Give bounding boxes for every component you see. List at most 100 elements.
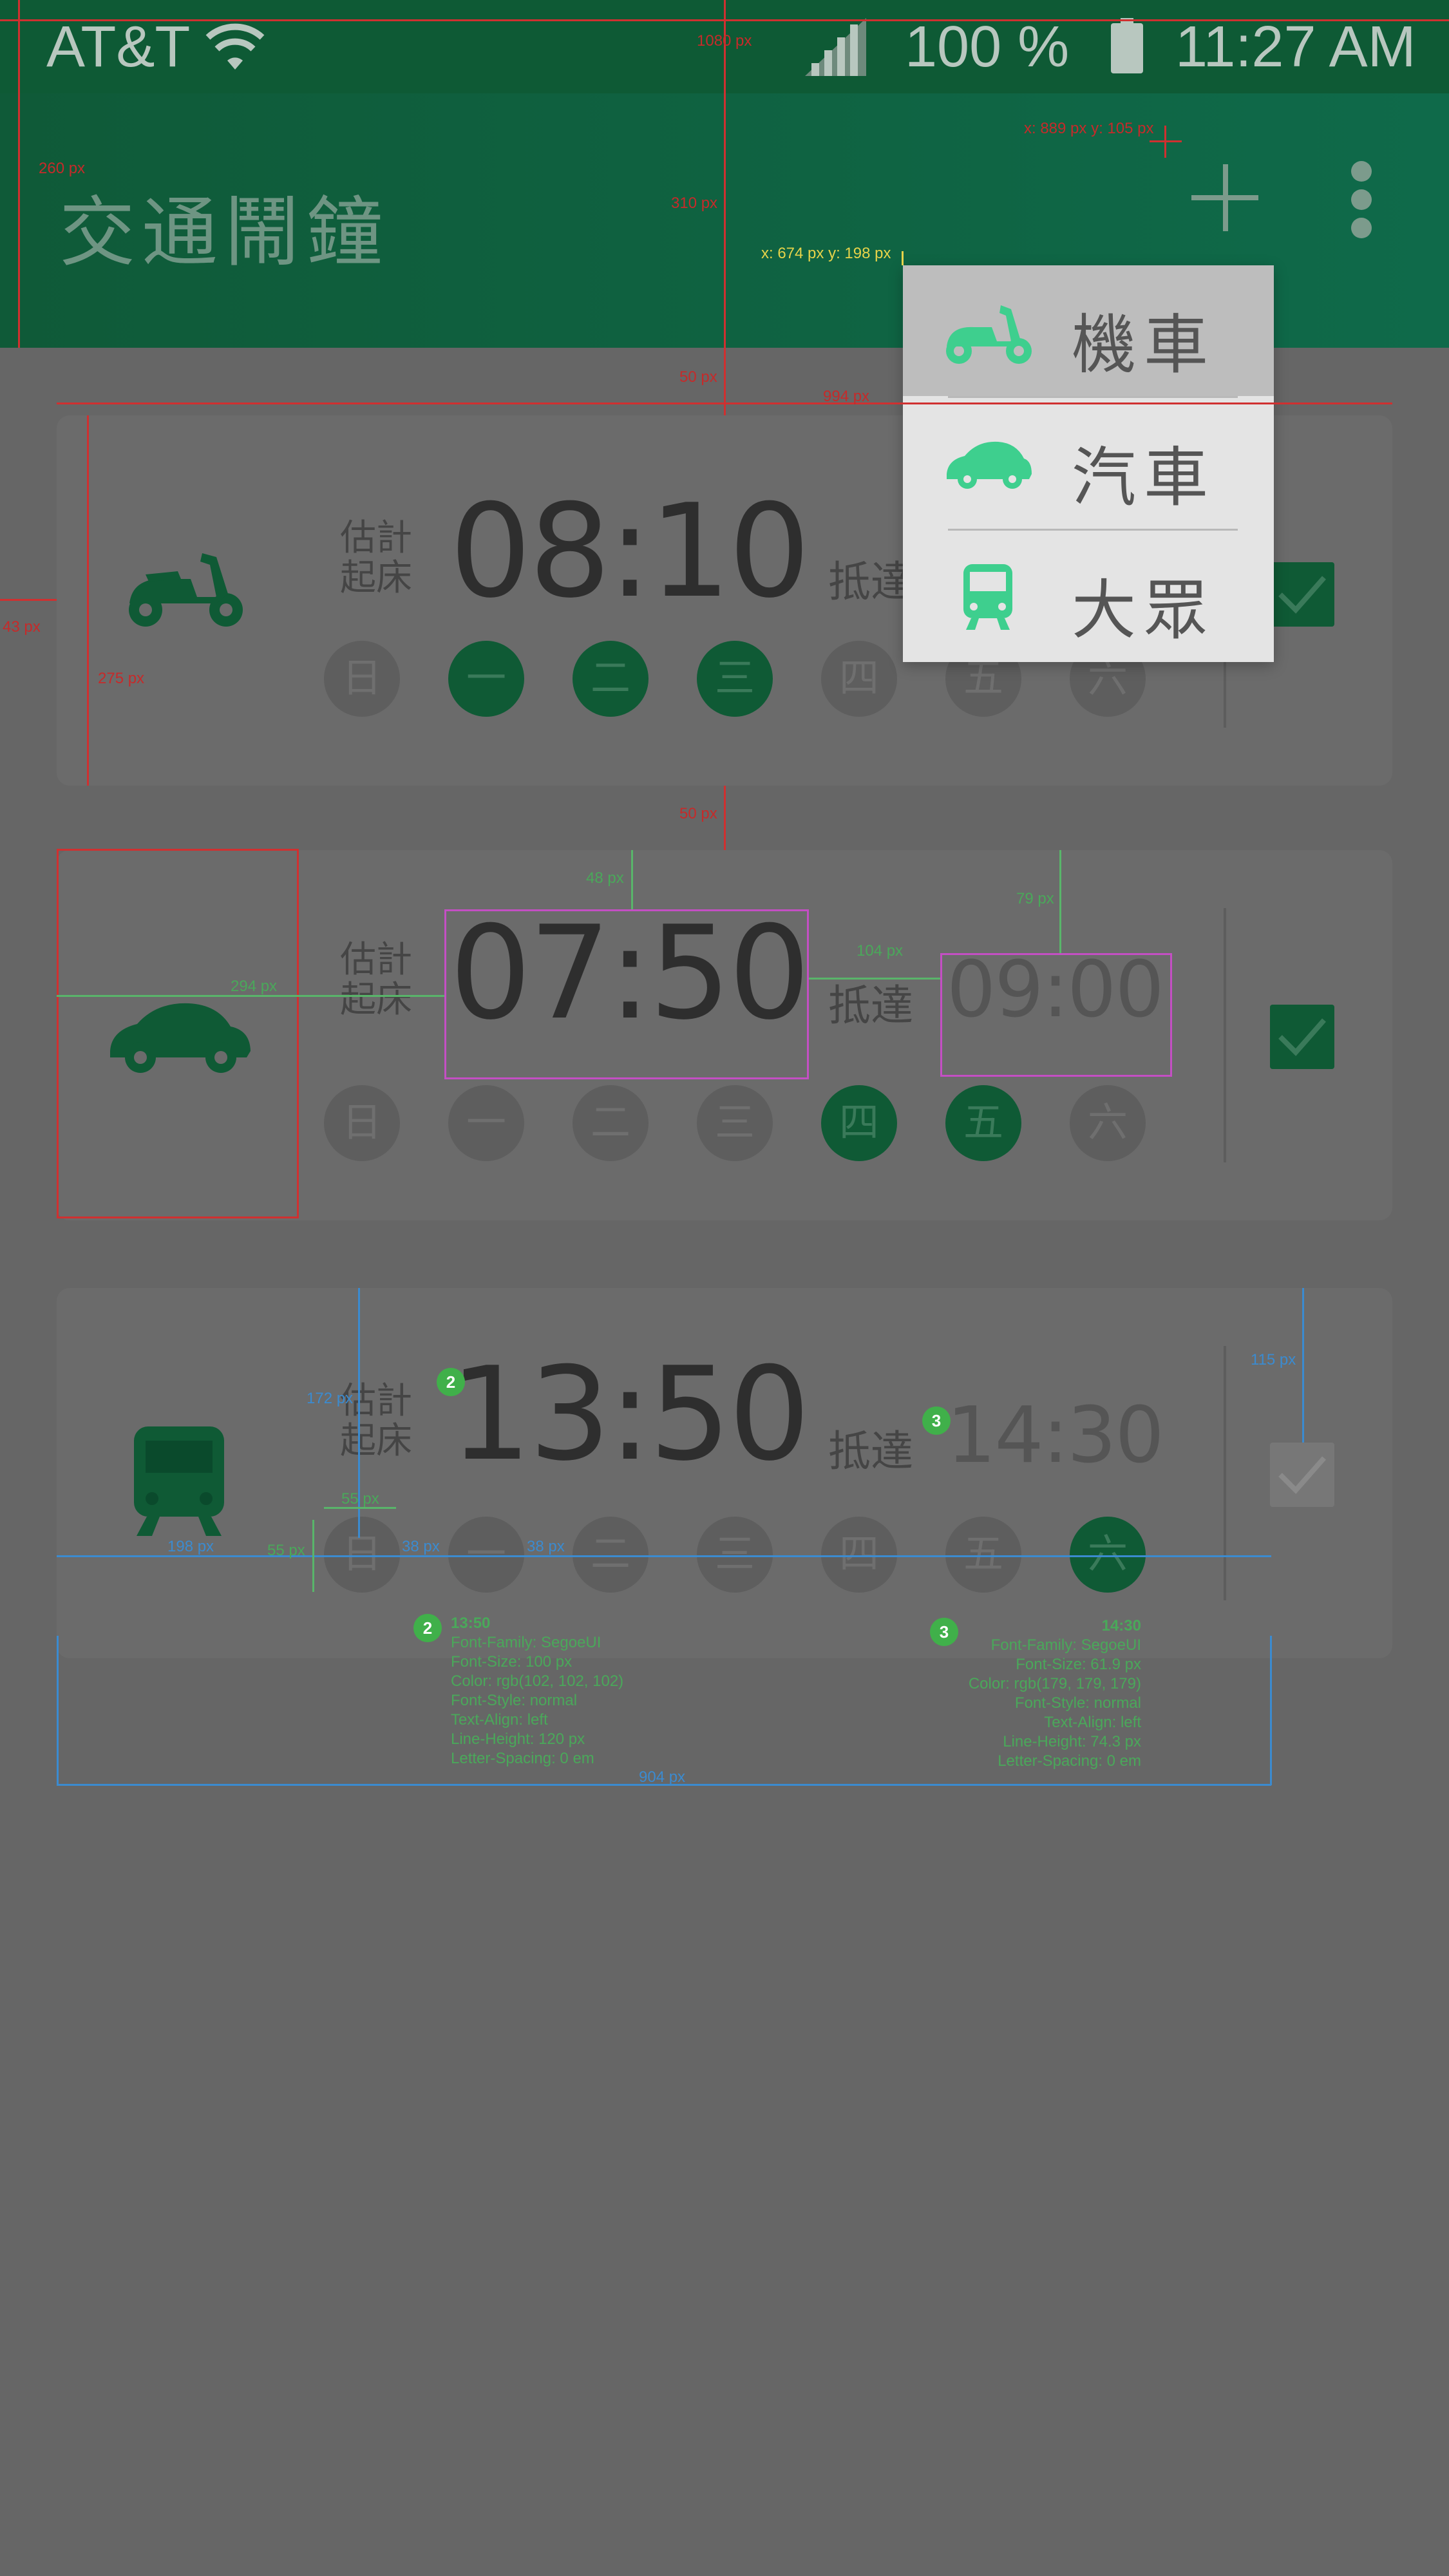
- alarm-card-3[interactable]: 估計起床 13:50 抵達 14:30 日 一 二 三 四 五 六: [57, 1288, 1392, 1658]
- scooter-icon: [129, 553, 243, 627]
- measure-label: 275 px: [98, 670, 145, 687]
- measure-label: 79 px: [1016, 890, 1054, 907]
- spec-line: Text-Align: left: [451, 1711, 548, 1728]
- day-mon[interactable]: 一: [448, 641, 524, 717]
- menu-item-label: 機車: [1072, 307, 1216, 383]
- measure-line: [724, 0, 726, 415]
- measure-label: 104 px: [857, 942, 904, 960]
- wake-time[interactable]: 13:50: [450, 1340, 810, 1490]
- day-fri[interactable]: 五: [945, 1085, 1021, 1161]
- vehicle-type-menu: 機車 汽車 大眾: [903, 265, 1274, 662]
- measure-line: [57, 1555, 1271, 1557]
- day-sat[interactable]: 六: [1070, 1085, 1146, 1161]
- check-icon: [1278, 1456, 1327, 1494]
- spec-line: Letter-Spacing: 0 em: [451, 1750, 594, 1767]
- bus-icon: [134, 1426, 224, 1536]
- spec-line: Font-Style: normal: [1014, 1694, 1141, 1712]
- enable-checkbox[interactable]: [1270, 1443, 1334, 1507]
- spec-badge: 2: [413, 1614, 442, 1642]
- coord-label: x: 674 px y: 198 px: [761, 245, 891, 262]
- battery-percentage: 100 %: [905, 15, 1070, 79]
- menu-item-label: 大眾: [1072, 573, 1216, 648]
- day-thu[interactable]: 四: [821, 641, 897, 717]
- measure-line: [18, 0, 20, 348]
- wake-label: 估計起床: [340, 939, 412, 1021]
- wake-label: 估計起床: [340, 1380, 412, 1462]
- measure-label: 294 px: [231, 978, 278, 995]
- measure-line: [631, 850, 633, 909]
- day-wed[interactable]: 三: [697, 1517, 773, 1593]
- spec-line: Font-Style: normal: [451, 1692, 578, 1709]
- day-sun[interactable]: 日: [324, 1517, 400, 1593]
- more-options-icon[interactable]: [1351, 161, 1372, 238]
- spec-line: Text-Align: left: [1044, 1714, 1141, 1731]
- divider: [1224, 908, 1226, 1162]
- measure-box: [57, 849, 299, 1218]
- enable-checkbox[interactable]: [1270, 1005, 1334, 1069]
- day-thu[interactable]: 四: [821, 1517, 897, 1593]
- wake-time[interactable]: 08:10: [450, 477, 810, 627]
- day-wed[interactable]: 三: [697, 641, 773, 717]
- spec-title: 14:30: [1101, 1617, 1141, 1634]
- day-sun[interactable]: 日: [324, 641, 400, 717]
- car-icon: [947, 441, 1032, 489]
- spec-line: Line-Height: 74.3 px: [1003, 1733, 1141, 1750]
- arrive-label: 抵達: [828, 557, 913, 607]
- menu-item-scooter[interactable]: 機車: [903, 265, 1274, 396]
- day-sun[interactable]: 日: [324, 1085, 400, 1161]
- spec-line: Font-Family: SegoeUI: [451, 1634, 601, 1651]
- check-icon: [1278, 576, 1327, 614]
- spec-13-50: 13:50 Font-Family: SegoeUI Font-Size: 10…: [451, 1614, 623, 1768]
- measure-line: [1302, 1288, 1304, 1443]
- check-icon: [1278, 1018, 1327, 1056]
- spec-title: 13:50: [451, 1615, 491, 1632]
- wake-label: 估計起床: [340, 517, 412, 599]
- spec-line: Color: rgb(102, 102, 102): [451, 1672, 624, 1690]
- day-tue[interactable]: 二: [573, 1517, 649, 1593]
- signal-icon: [805, 18, 866, 76]
- spec-line: Color: rgb(179, 179, 179): [968, 1675, 1141, 1692]
- wifi-icon: [205, 23, 265, 70]
- day-thu[interactable]: 四: [821, 1085, 897, 1161]
- measure-label: 260 px: [39, 160, 86, 177]
- spec-14-30: 14:30 Font-Family: SegoeUI Font-Size: 61…: [934, 1616, 1141, 1771]
- day-tue[interactable]: 二: [573, 641, 649, 717]
- spec-badge: 3: [922, 1406, 951, 1435]
- day-mon[interactable]: 一: [448, 1517, 524, 1593]
- measure-label: 172 px: [307, 1390, 354, 1407]
- arrive-time[interactable]: 14:30: [947, 1391, 1164, 1481]
- battery-icon: [1111, 18, 1143, 73]
- crosshair: [1164, 126, 1166, 158]
- spec-badge: 2: [437, 1368, 465, 1396]
- carrier-label: AT&T: [46, 15, 191, 79]
- menu-item-public-transit[interactable]: 大眾: [903, 531, 1274, 661]
- measure-line: [87, 415, 89, 786]
- measure-box: [444, 909, 809, 1079]
- measure-label: 50 px: [679, 368, 717, 386]
- measure-label: 1080 px: [697, 32, 752, 50]
- measure-label: 48 px: [586, 869, 624, 887]
- measure-line: [809, 978, 940, 980]
- add-alarm-button[interactable]: [1191, 164, 1258, 231]
- status-clock: 11:27 AM: [1175, 15, 1416, 79]
- measure-line: [724, 786, 726, 850]
- measure-line: [0, 599, 57, 601]
- measure-line: [57, 402, 1392, 404]
- day-fri[interactable]: 五: [945, 1517, 1021, 1593]
- day-sat[interactable]: 六: [1070, 1517, 1146, 1593]
- measure-label: 55 px: [341, 1490, 379, 1508]
- spec-line: Line-Height: 120 px: [451, 1730, 585, 1748]
- crosshair: [902, 251, 904, 265]
- measure-line: [1059, 850, 1061, 953]
- measure-label: 198 px: [167, 1538, 214, 1555]
- day-tue[interactable]: 二: [573, 1085, 649, 1161]
- measure-label: 55 px: [267, 1542, 305, 1559]
- menu-item-car[interactable]: 汽車: [903, 398, 1274, 529]
- spec-line: Font-Size: 61.9 px: [1016, 1656, 1141, 1673]
- arrive-label: 抵達: [828, 981, 913, 1030]
- measure-label: 50 px: [679, 805, 717, 822]
- day-mon[interactable]: 一: [448, 1085, 524, 1161]
- enable-checkbox[interactable]: [1270, 562, 1334, 627]
- day-wed[interactable]: 三: [697, 1085, 773, 1161]
- coord-label: x: 889 px y: 105 px: [1024, 120, 1154, 137]
